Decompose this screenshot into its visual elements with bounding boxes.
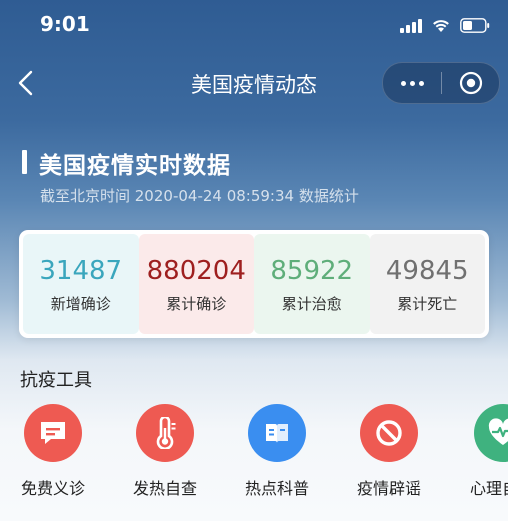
section-accent-bar [22, 150, 27, 174]
prohibit-icon [376, 420, 402, 446]
stat-value: 31487 [39, 255, 123, 286]
stat-value: 880204 [146, 255, 246, 286]
heart-pulse-icon [488, 418, 508, 445]
battery-icon [460, 17, 490, 33]
cellular-signal-icon [400, 17, 422, 33]
stat-label: 累计确诊 [166, 294, 227, 313]
tool-rumor-debunk[interactable]: 疫情辟谣 [339, 404, 439, 499]
stats-card: 31487 新增确诊 880204 累计确诊 85922 累计治愈 49845 … [19, 230, 489, 338]
section-title: 美国疫情实时数据 [39, 153, 231, 179]
tool-health-science[interactable]: 热点科普 [227, 404, 327, 499]
stat-new-confirmed: 31487 新增确诊 [23, 234, 139, 334]
stat-total-recovered: 85922 累计治愈 [254, 234, 370, 334]
nav-bar: 美国疫情动态 [0, 58, 508, 108]
tools-title: 抗疫工具 [20, 370, 92, 391]
stat-label: 累计死亡 [397, 294, 458, 313]
stat-total-deaths: 49845 累计死亡 [369, 234, 485, 334]
status-icons [400, 14, 490, 36]
stat-label: 累计治愈 [281, 294, 342, 313]
tool-free-consultation[interactable]: 免费义诊 [3, 404, 103, 499]
more-dots-icon [400, 80, 406, 86]
wifi-icon [431, 18, 451, 33]
stat-value: 49845 [385, 255, 469, 286]
chat-icon [41, 422, 65, 444]
tools-row: 免费义诊 发热自查 热点科普 疫情辟谣 心理 [0, 404, 508, 504]
stat-value: 85922 [270, 255, 354, 286]
stat-label: 新增确诊 [50, 294, 111, 313]
tool-label: 心理自 [470, 479, 508, 498]
thermometer-icon [156, 417, 176, 449]
book-icon [266, 424, 288, 443]
status-bar: 9:01 [0, 0, 508, 52]
update-time: 截至北京时间 2020-04-24 08:59:34 数据统计 [40, 187, 359, 205]
more-button[interactable] [383, 63, 441, 103]
close-mini-program-button[interactable] [442, 63, 499, 103]
tool-mental-health[interactable]: 心理自 [451, 404, 508, 499]
tool-label: 疫情辟谣 [356, 479, 421, 498]
tool-label: 热点科普 [244, 479, 309, 498]
tool-label: 免费义诊 [20, 479, 85, 498]
stat-total-confirmed: 880204 累计确诊 [138, 234, 254, 334]
mini-program-capsule [382, 62, 500, 104]
status-time: 9:01 [40, 12, 90, 36]
tool-label: 发热自查 [132, 479, 197, 498]
tool-fever-check[interactable]: 发热自查 [115, 404, 215, 499]
target-circle-icon [459, 71, 482, 95]
